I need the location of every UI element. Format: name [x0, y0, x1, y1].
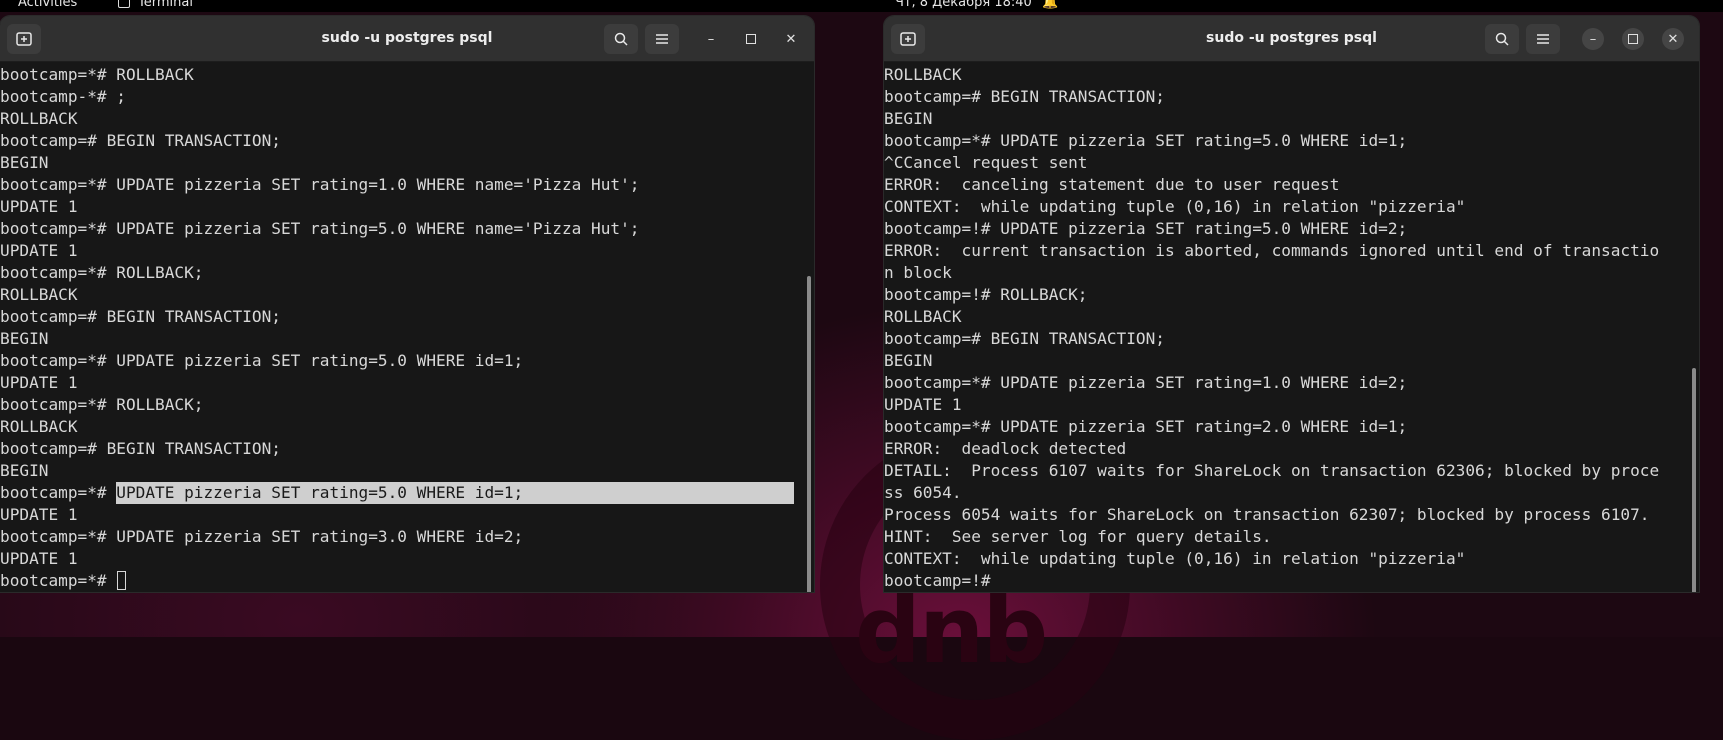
- clock[interactable]: Чт, 8 Декабря 18:40: [895, 0, 1032, 10]
- terminal-line: bootcamp=*# ROLLBACK: [0, 65, 194, 84]
- prompt: bootcamp=*#: [0, 571, 117, 590]
- terminal-line: BEGIN: [0, 461, 49, 480]
- maximize-icon: [1628, 34, 1638, 44]
- terminal-line: bootcamp=*# ROLLBACK;: [0, 263, 204, 282]
- terminal-line: bootcamp=*# UPDATE pizzeria SET rating=3…: [0, 527, 524, 546]
- terminal-line: CONTEXT: while updating tuple (0,16) in …: [884, 549, 1466, 568]
- terminal-line: bootcamp=*# UPDATE pizzeria SET rating=5…: [884, 131, 1408, 150]
- hamburger-icon: [1537, 34, 1549, 44]
- terminal-line: UPDATE 1: [0, 549, 78, 568]
- terminal-line: ROLLBACK: [884, 307, 962, 326]
- text-cursor: [117, 571, 127, 590]
- maximize-button[interactable]: [1622, 28, 1644, 50]
- window-title: sudo -u postgres psql: [321, 30, 493, 46]
- bell-icon[interactable]: 🔔: [1042, 0, 1058, 10]
- scrollbar[interactable]: [1692, 368, 1696, 592]
- terminal-line: HINT: See server log for query details.: [884, 527, 1272, 546]
- minimize-button[interactable]: –: [700, 28, 722, 50]
- search-icon: [1495, 32, 1509, 46]
- titlebar[interactable]: sudo -u postgres psql – ✕: [884, 16, 1699, 62]
- terminal-line: ROLLBACK: [884, 65, 962, 84]
- minimize-icon: –: [1589, 31, 1597, 47]
- terminal-line: bootcamp=# BEGIN TRANSACTION;: [0, 439, 281, 458]
- terminal-line: ^CCancel request sent: [884, 153, 1088, 172]
- terminal-line: bootcamp=*# UPDATE pizzeria SET rating=1…: [0, 175, 640, 194]
- terminal-line: bootcamp=*# UPDATE pizzeria SET rating=5…: [0, 351, 524, 370]
- terminal-line: CONTEXT: while updating tuple (0,16) in …: [884, 197, 1466, 216]
- titlebar[interactable]: sudo -u postgres psql – ✕: [0, 16, 814, 62]
- terminal-line: bootcamp=*# ROLLBACK;: [0, 395, 204, 414]
- search-button[interactable]: [604, 24, 638, 54]
- terminal-line: ROLLBACK: [0, 285, 78, 304]
- terminal-line: bootcamp=!# ROLLBACK;: [884, 285, 1088, 304]
- terminal-line: Process 6054 waits for ShareLock on tran…: [884, 505, 1650, 524]
- terminal-line: bootcamp-*# ;: [0, 87, 126, 106]
- prompt: bootcamp=*#: [0, 483, 117, 502]
- terminal-line: UPDATE 1: [0, 241, 78, 260]
- terminal-line: bootcamp=*# UPDATE pizzeria SET rating=2…: [884, 417, 1408, 436]
- search-icon: [614, 32, 628, 46]
- selected-text[interactable]: UPDATE pizzeria SET rating=5.0 WHERE id=…: [116, 482, 795, 504]
- terminal-line: bootcamp=*# UPDATE pizzeria SET rating=5…: [0, 219, 640, 238]
- minimize-icon: –: [707, 31, 715, 47]
- terminal-line: bootcamp=# BEGIN TRANSACTION;: [0, 131, 281, 150]
- terminal-line: bootcamp=# BEGIN TRANSACTION;: [884, 329, 1165, 348]
- terminal-line: ERROR: current transaction is aborted, c…: [884, 241, 1660, 260]
- activities-button[interactable]: Activities: [18, 0, 77, 10]
- current-prompt-line[interactable]: bootcamp=*#: [0, 570, 804, 592]
- terminal-line: bootcamp=*# UPDATE pizzeria SET rating=1…: [884, 373, 1408, 392]
- maximize-icon: [746, 34, 756, 44]
- terminal-icon: [118, 0, 130, 8]
- minimize-button[interactable]: –: [1582, 28, 1604, 50]
- terminal-line-highlighted: bootcamp=*# UPDATE pizzeria SET rating=5…: [0, 482, 804, 504]
- terminal-line: UPDATE 1: [0, 373, 78, 392]
- terminal-line: n block: [884, 263, 952, 282]
- wallpaper-logo: dnb: [855, 577, 1048, 684]
- terminal-line: UPDATE 1: [0, 197, 78, 216]
- terminal-line: BEGIN: [884, 109, 933, 128]
- scrollbar[interactable]: [807, 276, 811, 592]
- top-bar: Activities Terminal Чт, 8 Декабря 18:40 …: [0, 0, 1723, 12]
- close-icon: ✕: [1667, 31, 1679, 47]
- maximize-button[interactable]: [740, 28, 762, 50]
- terminal-line: ERROR: canceling statement due to user r…: [884, 175, 1340, 194]
- search-button[interactable]: [1485, 24, 1519, 54]
- terminal-line: bootcamp=# BEGIN TRANSACTION;: [884, 87, 1165, 106]
- close-button[interactable]: ✕: [780, 28, 802, 50]
- terminal-line: bootcamp=# BEGIN TRANSACTION;: [0, 307, 281, 326]
- hamburger-icon: [656, 34, 668, 44]
- close-button[interactable]: ✕: [1662, 28, 1684, 50]
- menu-button[interactable]: [1526, 24, 1560, 54]
- terminal-line: BEGIN: [0, 153, 49, 172]
- menu-button[interactable]: [645, 24, 679, 54]
- terminal-line: ROLLBACK: [0, 417, 78, 436]
- terminal-line: DETAIL: Process 6107 waits for ShareLock…: [884, 461, 1660, 480]
- window-title: sudo -u postgres psql: [1206, 30, 1377, 46]
- terminal-line: ss 6054.: [884, 483, 962, 502]
- terminal-window-left[interactable]: sudo -u postgres psql – ✕ bootcamp=*# RO…: [0, 16, 814, 592]
- terminal-line: UPDATE 1: [884, 395, 962, 414]
- terminal-line: UPDATE 1: [0, 505, 78, 524]
- terminal-line: BEGIN: [884, 351, 933, 370]
- terminal-app-menu[interactable]: Terminal: [118, 0, 193, 10]
- terminal-line: BEGIN: [0, 329, 49, 348]
- current-prompt-line[interactable]: bootcamp=!#: [884, 570, 1689, 592]
- terminal-line: ERROR: deadlock detected: [884, 439, 1127, 458]
- terminal-line: bootcamp=!# UPDATE pizzeria SET rating=5…: [884, 219, 1408, 238]
- terminal-output[interactable]: ROLLBACK bootcamp=# BEGIN TRANSACTION; BEG…: [884, 62, 1689, 592]
- terminal-window-right[interactable]: sudo -u postgres psql – ✕ ROLLBACK bootca…: [884, 16, 1699, 592]
- close-icon: ✕: [785, 31, 797, 47]
- app-name: Terminal: [138, 0, 193, 10]
- terminal-line: ROLLBACK: [0, 109, 78, 128]
- terminal-output[interactable]: bootcamp=*# ROLLBACK bootcamp-*# ; ROLLBAC…: [0, 62, 804, 592]
